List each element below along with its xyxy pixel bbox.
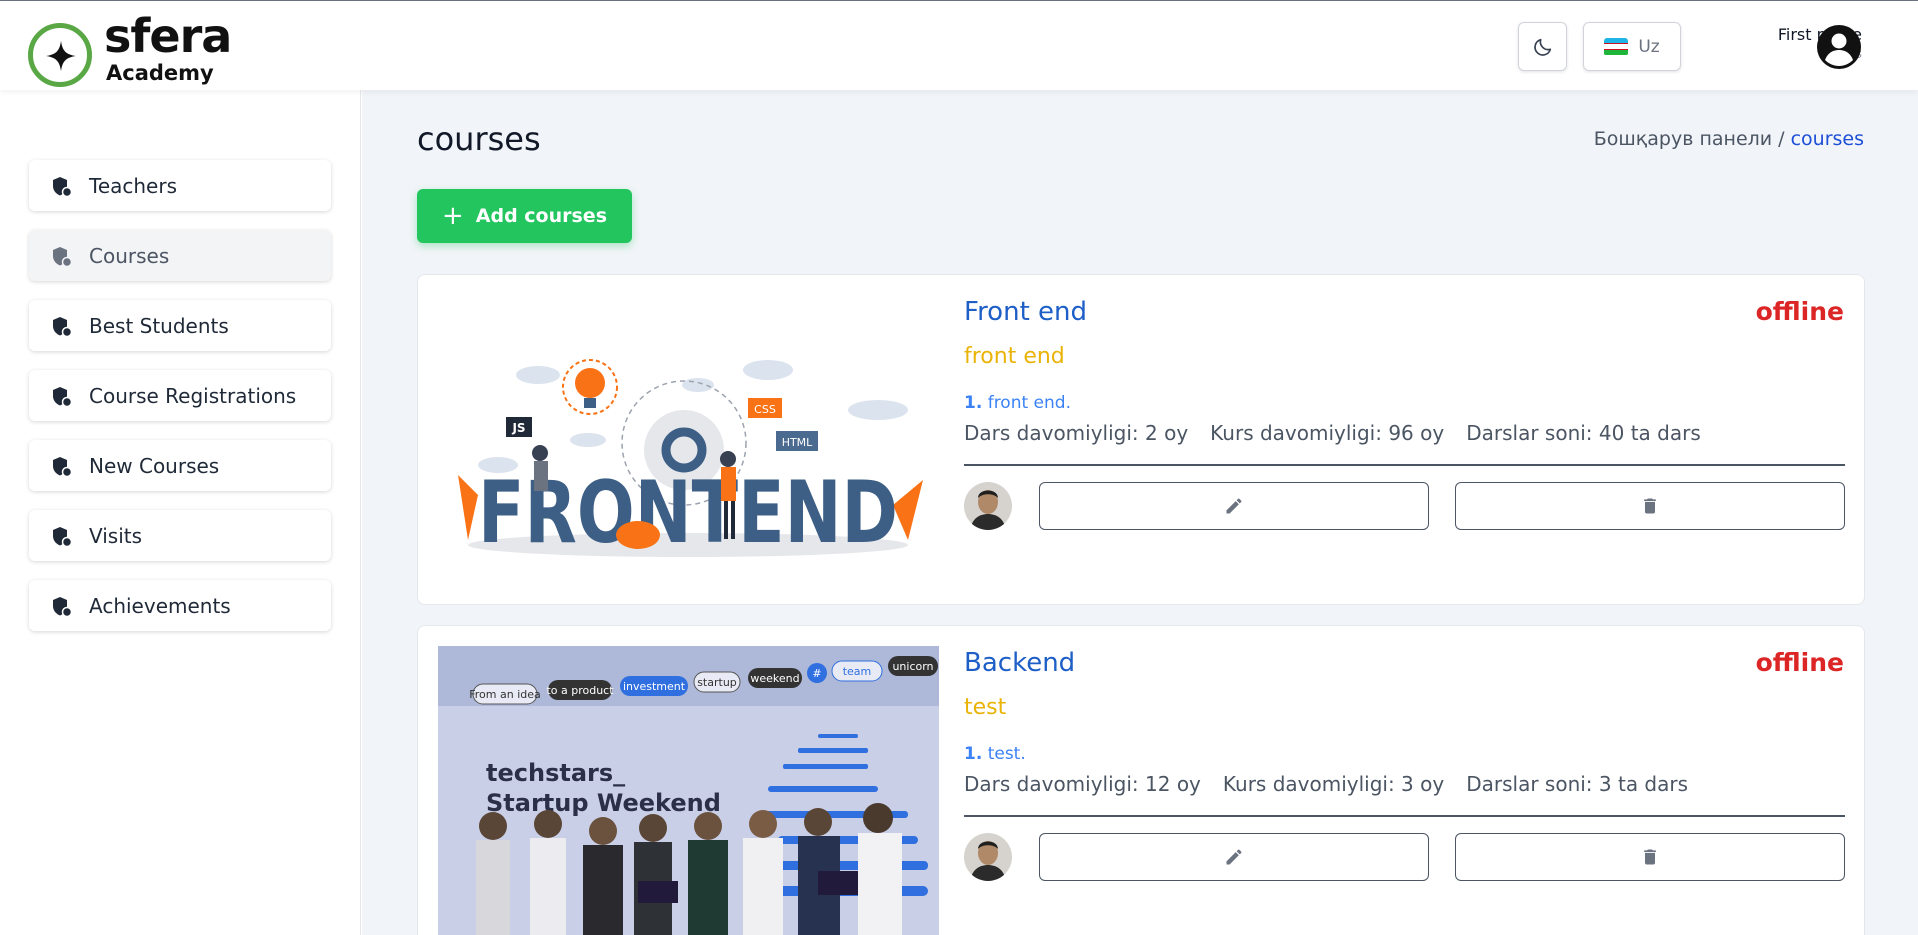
course-stats: Dars davomiyligi: 2 oy Kurs davomiyligi: … xyxy=(964,421,1723,445)
course-stats: Dars davomiyligi: 12 oy Kurs davomiyligi:… xyxy=(964,772,1710,796)
teacher-avatar xyxy=(964,833,1012,881)
sidebar-item-label: Teachers xyxy=(89,173,177,198)
shield-icon xyxy=(53,527,73,548)
sidebar-item-courses[interactable]: Courses xyxy=(29,230,331,281)
image-text-line-2: Startup Weekend xyxy=(486,789,721,817)
image-tag: From an idea xyxy=(469,688,541,701)
breadcrumb: Бошқарув панели / courses xyxy=(1594,128,1864,150)
plus-icon: + xyxy=(441,201,464,231)
shield-icon xyxy=(53,457,73,478)
edit-course-button[interactable] xyxy=(1039,482,1429,530)
lesson-duration: Dars davomiyligi: 12 oy xyxy=(964,772,1201,796)
sfera-academy-logo[interactable]: sfera Academy xyxy=(28,13,268,91)
js-tag: JS xyxy=(511,421,525,435)
course-duration: Kurs davomiyligi: 96 oy xyxy=(1210,421,1445,445)
delete-course-button[interactable] xyxy=(1455,482,1845,530)
sidebar-item-achievements[interactable]: Achievements xyxy=(29,580,331,631)
sidebar-item-label: New Courses xyxy=(89,453,220,478)
list-item-number: 1. xyxy=(964,744,983,764)
sidebar-item-course-registrations[interactable]: Course Registrations xyxy=(29,370,331,421)
sidebar: Teachers Courses Best Students Course Re… xyxy=(0,90,361,935)
sidebar-item-label: Best Students xyxy=(89,313,229,338)
course-title: Backend xyxy=(964,648,1076,678)
uzbekistan-flag-icon xyxy=(1604,37,1629,56)
shield-icon xyxy=(53,317,73,338)
edit-course-button[interactable] xyxy=(1039,833,1429,881)
course-subtitle: test xyxy=(964,695,1007,720)
breadcrumb-parent[interactable]: Бошқарув панели / xyxy=(1594,128,1785,150)
logo-brand-text: sfera xyxy=(104,9,232,63)
image-text-line-1: techstars_ xyxy=(486,759,625,787)
course-subtitle: front end xyxy=(964,344,1065,369)
course-card: JS CSS HTML FRONTEND Front end offline f… xyxy=(417,274,1865,605)
css-tag: CSS xyxy=(754,403,776,416)
add-course-button[interactable]: + Add courses xyxy=(417,189,632,243)
lesson-count: Darslar soni: 40 ta dars xyxy=(1466,421,1701,445)
shield-icon xyxy=(53,247,73,268)
trash-icon xyxy=(1644,498,1656,514)
logo-ring xyxy=(28,23,92,87)
course-status-badge: offline xyxy=(1755,297,1844,326)
course-status-badge: offline xyxy=(1755,648,1844,677)
image-tag: unicorn xyxy=(892,660,933,673)
course-image-backend: From an idea to a product investment sta… xyxy=(438,646,939,935)
image-tag: investment xyxy=(623,680,686,693)
sparkle-icon xyxy=(46,41,76,71)
image-tag: # xyxy=(812,667,821,680)
language-select[interactable]: Uz xyxy=(1583,22,1681,71)
lesson-count: Darslar soni: 3 ta dars xyxy=(1466,772,1689,796)
teacher-avatar xyxy=(964,482,1012,530)
course-duration: Kurs davomiyligi: 3 oy xyxy=(1222,772,1445,796)
lesson-duration: Dars davomiyligi: 2 oy xyxy=(964,421,1189,445)
shield-icon xyxy=(53,597,73,618)
sidebar-item-label: Visits xyxy=(89,523,143,548)
image-tag: to a product xyxy=(546,684,614,697)
trash-icon xyxy=(1644,849,1656,865)
sidebar-item-label: Course Registrations xyxy=(89,383,297,408)
breadcrumb-current: courses xyxy=(1790,128,1864,150)
course-list-item: 1. test. xyxy=(964,744,1026,764)
logo-sub-text: Academy xyxy=(106,61,214,85)
divider xyxy=(964,815,1845,817)
pencil-icon xyxy=(1226,849,1242,865)
course-title: Front end xyxy=(964,297,1088,327)
main-content: courses Бошқарув панели / courses + Add c… xyxy=(362,90,1918,935)
sidebar-item-best-students[interactable]: Best Students xyxy=(29,300,331,351)
divider xyxy=(964,464,1845,466)
course-image-frontend: JS CSS HTML FRONTEND xyxy=(438,295,939,585)
shield-icon xyxy=(53,177,73,198)
sidebar-item-label: Courses xyxy=(89,243,170,268)
image-tag: team xyxy=(843,665,872,678)
top-header: sfera Academy Uz First name roles xyxy=(0,1,1918,90)
page-title: courses xyxy=(417,120,541,158)
list-item-text: test. xyxy=(987,744,1026,764)
course-card: From an idea to a product investment sta… xyxy=(417,625,1865,935)
shield-icon xyxy=(53,387,73,408)
sidebar-item-teachers[interactable]: Teachers xyxy=(29,160,331,211)
image-tag: weekend xyxy=(750,672,799,685)
moon-icon xyxy=(1533,38,1551,56)
course-list-item: 1. front end. xyxy=(964,393,1071,413)
sidebar-item-new-courses[interactable]: New Courses xyxy=(29,440,331,491)
html-tag: HTML xyxy=(782,436,813,449)
sidebar-item-visits[interactable]: Visits xyxy=(29,510,331,561)
list-item-number: 1. xyxy=(964,393,983,413)
user-avatar-icon[interactable] xyxy=(1816,24,1862,70)
theme-toggle-button[interactable] xyxy=(1518,22,1567,71)
image-tag: startup xyxy=(697,676,737,689)
pencil-icon xyxy=(1226,498,1242,514)
delete-course-button[interactable] xyxy=(1455,833,1845,881)
add-course-label: Add courses xyxy=(475,205,608,227)
language-label: Uz xyxy=(1638,36,1660,57)
list-item-text: front end. xyxy=(987,393,1071,413)
sidebar-item-label: Achievements xyxy=(89,593,231,618)
